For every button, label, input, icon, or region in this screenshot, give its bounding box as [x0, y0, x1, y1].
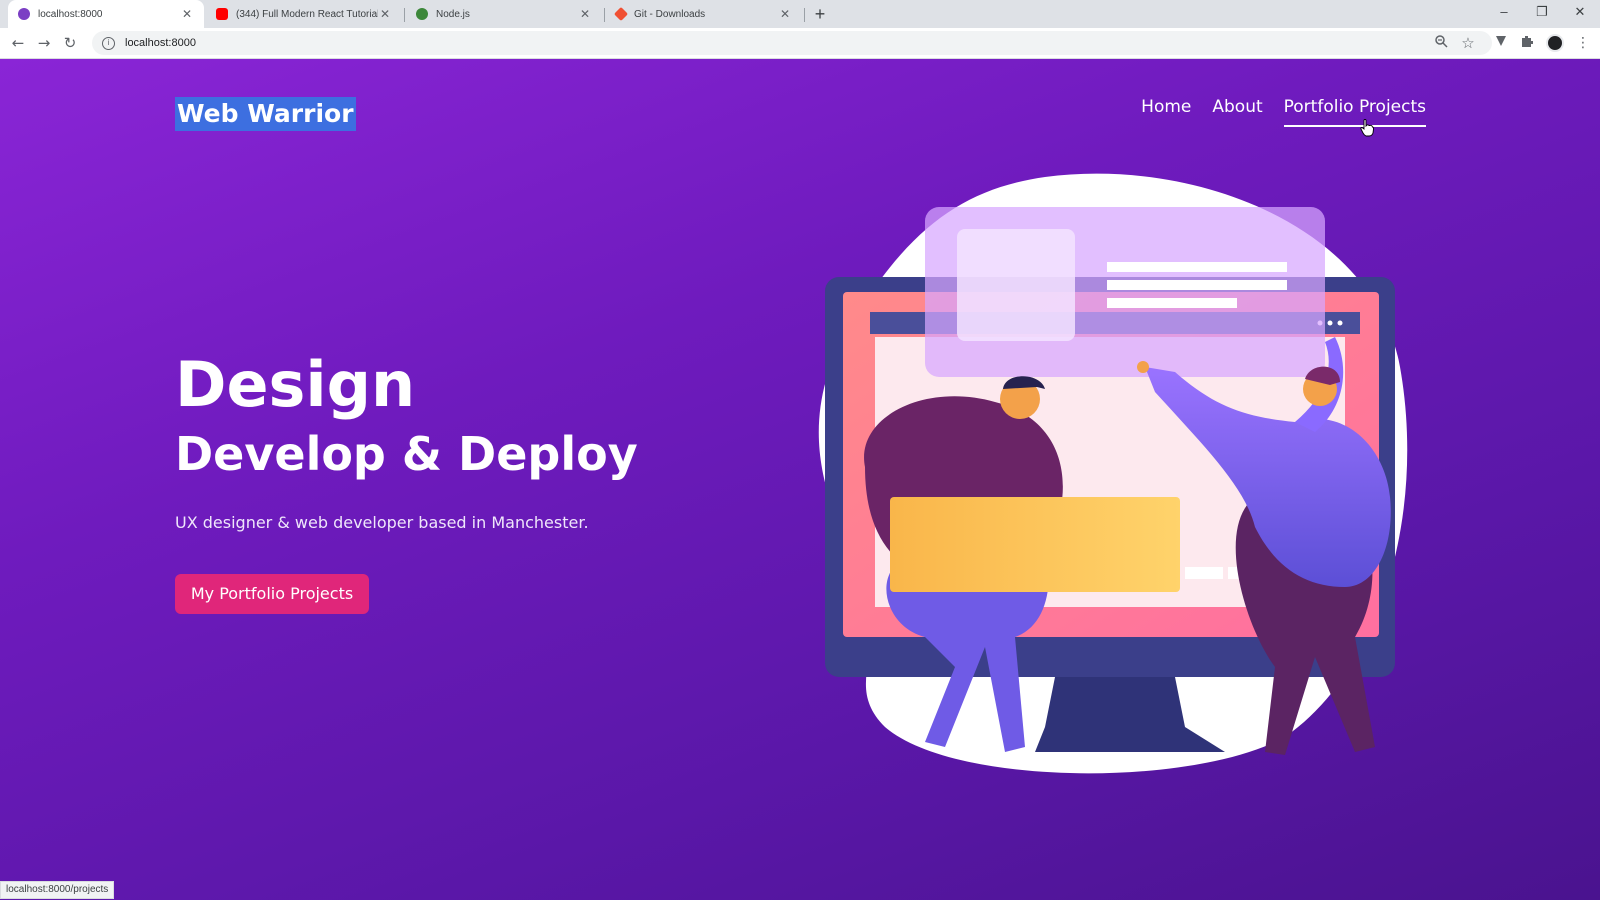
address-bar[interactable]: i localhost:8000: [92, 31, 1492, 55]
hero-description: UX designer & web developer based in Man…: [175, 513, 589, 532]
nav-link-about[interactable]: About: [1212, 97, 1262, 127]
reload-icon[interactable]: ↻: [60, 33, 80, 53]
extension-v-icon[interactable]: [1492, 34, 1510, 52]
nodejs-favicon-icon: [416, 8, 428, 20]
browser-tab-localhost[interactable]: localhost:8000 ✕: [8, 0, 204, 28]
hand-cursor-icon: [1360, 119, 1374, 137]
info-icon[interactable]: i: [102, 36, 115, 50]
site-favicon-icon: [18, 8, 30, 20]
puzzle-icon[interactable]: [1518, 34, 1536, 52]
status-bar-url: localhost:8000/projects: [0, 881, 115, 899]
close-tab-icon[interactable]: ✕: [378, 7, 392, 21]
close-tab-icon[interactable]: ✕: [578, 7, 592, 21]
tab-separator: [804, 8, 805, 22]
nav-link-portfolio-projects[interactable]: Portfolio Projects: [1283, 97, 1426, 127]
main-navigation: Home About Portfolio Projects: [1141, 97, 1426, 127]
hero-illustration: [818, 173, 1408, 774]
browser-tab-git-downloads[interactable]: Git - Downloads ✕: [606, 0, 802, 28]
git-favicon-icon: [613, 6, 629, 22]
tab-separator: [404, 8, 405, 22]
zoom-icon[interactable]: [1432, 34, 1450, 52]
close-tab-icon[interactable]: ✕: [778, 7, 792, 21]
site-logo[interactable]: Web Warrior: [175, 97, 356, 131]
orange-panel: [890, 497, 1180, 592]
menu-dots-icon[interactable]: ⋮: [1574, 34, 1592, 52]
close-window-icon[interactable]: ✕: [1568, 4, 1592, 24]
forward-icon[interactable]: →: [34, 33, 54, 53]
tab-title: localhost:8000: [38, 8, 103, 20]
tab-separator: [604, 8, 605, 22]
close-tab-icon[interactable]: ✕: [180, 7, 194, 21]
portfolio-projects-button[interactable]: My Portfolio Projects: [175, 574, 369, 614]
tab-title: Git - Downloads: [634, 8, 706, 20]
star-icon[interactable]: ☆: [1459, 34, 1477, 52]
new-tab-icon[interactable]: +: [810, 4, 830, 24]
minimize-icon[interactable]: –: [1492, 4, 1516, 24]
back-icon[interactable]: ←: [8, 33, 28, 53]
hero-title: Design: [175, 348, 416, 421]
browser-toolbar: ← → ↻ i localhost:8000 ☆ ⋮: [0, 28, 1600, 59]
restore-icon[interactable]: ❐: [1530, 4, 1554, 24]
profile-avatar-icon[interactable]: [1546, 34, 1564, 52]
browser-tab-nodejs[interactable]: Node.js ✕: [406, 0, 602, 28]
browser-tab-react-tutorial[interactable]: (344) Full Modern React Tutorial ✕: [206, 0, 402, 28]
browser-tab-strip: localhost:8000 ✕ (344) Full Modern React…: [0, 0, 1600, 28]
youtube-favicon-icon: [216, 8, 228, 20]
tab-title: (344) Full Modern React Tutorial: [236, 8, 378, 20]
web-page: Web Warrior Home About Portfolio Project…: [0, 59, 1600, 900]
tab-title: Node.js: [436, 8, 470, 20]
nav-link-home[interactable]: Home: [1141, 97, 1191, 127]
address-url: localhost:8000: [125, 37, 196, 49]
hero-subtitle: Develop & Deploy: [175, 427, 638, 481]
